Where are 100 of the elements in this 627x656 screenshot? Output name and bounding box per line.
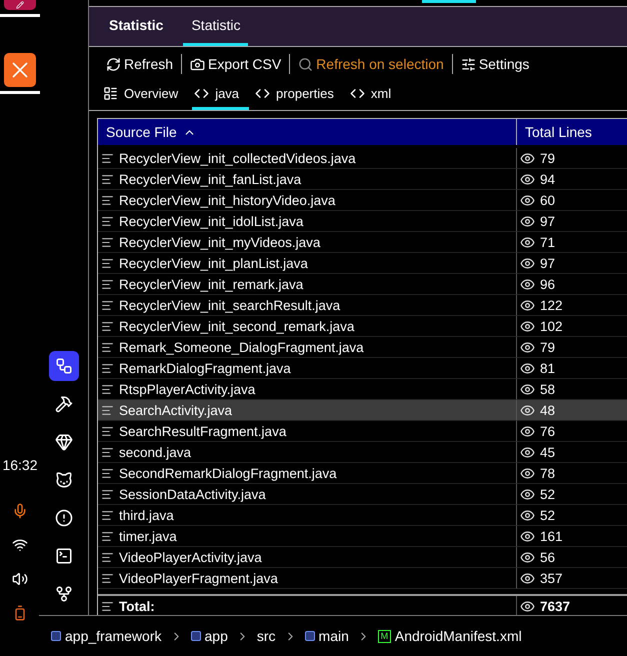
file-cell[interactable]: third.java: [98, 505, 517, 526]
wifi-icon: [12, 537, 28, 553]
lines-icon: [101, 298, 114, 312]
view-tab[interactable]: Overview: [101, 80, 188, 110]
column-header[interactable]: Total Lines: [517, 119, 627, 145]
manifest-icon: M: [378, 630, 391, 642]
eye-icon: [520, 382, 535, 396]
eye-icon: [520, 444, 535, 460]
breadcrumb-item[interactable]: src: [256, 628, 276, 644]
lines-icon: [101, 256, 114, 270]
tool-window-tab[interactable]: Statistic: [101, 7, 172, 46]
search-icon: [298, 56, 314, 72]
lines-icon: [101, 194, 114, 206]
volume-icon: [12, 571, 28, 587]
file-cell[interactable]: SessionDataActivity.java: [98, 484, 517, 505]
app-icon[interactable]: [4, 0, 36, 10]
tab-indicator: [422, 0, 476, 3]
eye-icon: [520, 150, 535, 166]
breadcrumb-item[interactable]: main: [304, 628, 349, 644]
file-cell[interactable]: second.java: [98, 442, 517, 463]
refresh-icon: [106, 56, 121, 72]
clock: 16:32: [2, 457, 38, 473]
eye-icon: [520, 192, 535, 208]
file-cell[interactable]: VideoPlayerFragment.java: [98, 568, 517, 589]
file-cell[interactable]: Remark_Someone_DialogFragment.java: [98, 337, 517, 358]
file-cell[interactable]: RecyclerView_init_fanList.java: [98, 169, 517, 190]
file-cell[interactable]: SecondRemarkDialogFragment.java: [98, 463, 517, 484]
lines-icon: [101, 488, 114, 500]
eye-icon: [520, 466, 535, 480]
file-cell[interactable]: RecyclerView_init_idolList.java: [98, 211, 517, 232]
breadcrumb-item[interactable]: app_framework: [51, 628, 162, 644]
microphone-icon: [12, 503, 28, 519]
file-cell[interactable]: RecyclerView_init_collectedVideos.java: [98, 148, 517, 169]
gem-icon[interactable]: [55, 433, 73, 451]
lines-icon: [101, 550, 114, 564]
settings-icon: [460, 56, 476, 72]
tool-window-tab[interactable]: Statistic: [183, 7, 248, 46]
lines-icon: [101, 278, 114, 290]
eye-icon: [520, 424, 535, 438]
eye-icon: [520, 172, 535, 186]
eye-icon: [520, 234, 535, 250]
eye-icon: [520, 276, 535, 292]
lines-icon: [101, 446, 114, 458]
code-icon: [194, 86, 210, 101]
lines-icon: [101, 466, 114, 480]
file-cell[interactable]: RtspPlayerActivity.java: [98, 379, 517, 400]
code-icon: [255, 86, 270, 101]
lines-icon: [101, 236, 114, 248]
file-cell[interactable]: RemarkDialogFragment.java: [98, 358, 517, 379]
hammer-icon[interactable]: [55, 395, 73, 413]
eye-icon: [520, 360, 535, 376]
file-cell[interactable]: RecyclerView_init_historyVideo.java: [98, 190, 517, 211]
lines-icon: [101, 172, 114, 186]
file-cell[interactable]: RecyclerView_init_planList.java: [98, 253, 517, 274]
view-tab[interactable]: java: [192, 80, 250, 110]
alert-icon[interactable]: [55, 509, 73, 527]
file-cell[interactable]: timer.java: [98, 526, 517, 547]
lines-icon: [101, 572, 114, 584]
file-cell[interactable]: RecyclerView_init_remark.java: [98, 274, 517, 295]
eye-icon: [520, 486, 535, 502]
eye-icon: [520, 528, 535, 544]
lines-icon: [101, 214, 114, 228]
lines-icon: [101, 404, 114, 416]
eye-icon: [520, 256, 535, 270]
overview-icon: [103, 86, 118, 101]
column-header[interactable]: Source File: [98, 119, 517, 145]
toolbar-button[interactable]: Export CSV: [185, 56, 286, 72]
lines-icon: [101, 340, 114, 354]
branch-icon[interactable]: [55, 585, 73, 603]
lines-icon: [101, 362, 114, 374]
toolbar-button[interactable]: Settings: [456, 56, 534, 72]
eye-icon: [520, 598, 535, 614]
file-cell[interactable]: RecyclerView_init_second_remark.java: [98, 316, 517, 337]
file-cell[interactable]: RecyclerView_init_myVideos.java: [98, 232, 517, 253]
lines-icon: [101, 382, 114, 396]
structure-icon: [55, 357, 73, 375]
lines-icon: [101, 508, 114, 522]
view-tab[interactable]: xml: [348, 80, 402, 110]
eye-icon: [520, 318, 535, 334]
lines-icon: [101, 530, 114, 542]
code-icon: [350, 86, 365, 101]
lines-icon: [101, 152, 114, 164]
file-cell[interactable]: VideoPlayerActivity.java: [98, 547, 517, 568]
terminal-icon[interactable]: [55, 547, 73, 565]
eye-icon: [520, 214, 535, 228]
camera-icon: [190, 56, 206, 72]
file-cell[interactable]: RecyclerView_init_searchResult.java: [98, 295, 517, 316]
eye-icon: [520, 298, 535, 312]
file-cell[interactable]: SearchResultFragment.java: [98, 421, 517, 442]
eye-icon: [520, 340, 535, 354]
app-icon[interactable]: [4, 53, 36, 87]
lines-cell: 48: [517, 400, 627, 421]
breadcrumb-item[interactable]: app: [190, 628, 228, 644]
file-cell[interactable]: SearchActivity.java: [98, 400, 517, 421]
breadcrumb-item[interactable]: M AndroidManifest.xml: [378, 628, 522, 644]
view-tab[interactable]: properties: [253, 80, 344, 110]
cat-icon[interactable]: [55, 471, 73, 489]
toolbar-button[interactable]: Refresh: [101, 56, 178, 72]
lines-icon: [101, 424, 114, 438]
tool-button[interactable]: [49, 351, 79, 381]
